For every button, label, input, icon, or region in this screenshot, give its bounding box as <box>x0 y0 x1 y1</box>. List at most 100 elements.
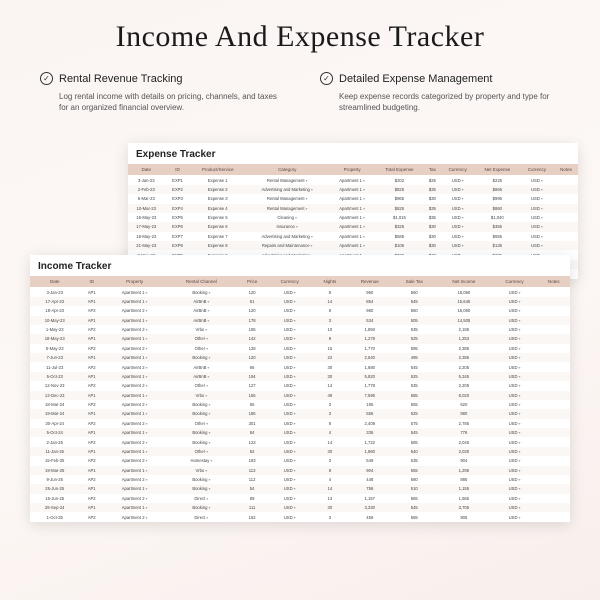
cell: 595 <box>392 344 436 353</box>
table-row: 28-Sep-24AP1Apartment 1▾Booking▾111USD▾3… <box>30 503 570 512</box>
dropdown-icon: ▾ <box>310 243 313 248</box>
cell: 9-Jun-25 <box>30 475 79 484</box>
cell: USD▾ <box>267 447 313 456</box>
dropdown-icon: ▾ <box>207 486 210 491</box>
cell: $35 <box>424 204 441 213</box>
dropdown-icon: ▾ <box>209 458 212 463</box>
cell: 904 <box>436 456 492 465</box>
cell: 565 <box>392 494 436 503</box>
cell: AirBnB▾ <box>165 297 237 306</box>
table-row: 1-Oct-25AP2Apartment 2▾Direct▾152USD▾345… <box>30 512 570 521</box>
dropdown-icon: ▾ <box>145 402 148 407</box>
cell: 1,278 <box>347 334 392 343</box>
cell: 885 <box>436 475 492 484</box>
dropdown-icon: ▾ <box>145 515 148 520</box>
dropdown-icon: ▾ <box>310 187 313 192</box>
column-header: Revenue <box>347 276 392 287</box>
expense-sheet-title: Expense Tracker <box>128 143 578 164</box>
cell: $30 <box>424 194 441 203</box>
cell: Homestay▾ <box>165 456 237 465</box>
dropdown-icon: ▾ <box>205 449 208 454</box>
cell: 1,680 <box>347 362 392 371</box>
dropdown-icon: ▾ <box>293 402 296 407</box>
dropdown-icon: ▾ <box>204 468 207 473</box>
table-row: 25-Jun-25AP1Apartment 1▾Booking▾54USD▾14… <box>30 484 570 493</box>
cell <box>537 400 570 409</box>
cell: USD▾ <box>492 353 538 362</box>
cell: AP2 <box>79 437 104 446</box>
cell <box>537 437 570 446</box>
cell: USD▾ <box>520 194 554 203</box>
table-row: 10-May-23AP1Apartment 1▾AirBnB▾178USD▾35… <box>30 316 570 325</box>
cell: 18-Apr-23 <box>30 306 79 315</box>
cell: AP2 <box>79 512 104 521</box>
cell: 1-May-23 <box>30 325 79 334</box>
column-header: Nights <box>313 276 348 287</box>
cell: Apartment 1▾ <box>104 409 165 418</box>
cell: USD▾ <box>267 306 313 315</box>
table-row: 5-May-23AP2Apartment 2▾Other▾128USD▾151,… <box>30 344 570 353</box>
cell: 16,060 <box>436 306 492 315</box>
cell: 15 <box>313 344 348 353</box>
cell: $325 <box>375 222 424 231</box>
cell: USD▾ <box>267 503 313 512</box>
column-header: Category <box>245 164 329 175</box>
cell: AP1 <box>79 353 104 362</box>
cell: USD▾ <box>492 400 538 409</box>
cell: $355 <box>475 222 520 231</box>
cell: $202 <box>375 175 424 184</box>
cell <box>537 447 570 456</box>
cell: 113 <box>237 466 266 475</box>
cell: Other▾ <box>165 419 237 428</box>
cell: 301 <box>237 419 266 428</box>
cell: 525 <box>392 334 436 343</box>
cell: Expense 3 <box>191 194 245 203</box>
cell: 8 <box>313 466 348 475</box>
table-row: 7-Jun-23AP1Apartment 1▾Booking▾120USD▾22… <box>30 353 570 362</box>
dropdown-icon: ▾ <box>204 327 207 332</box>
cell: USD▾ <box>492 362 538 371</box>
dropdown-icon: ▾ <box>362 187 365 192</box>
cell: USD▾ <box>492 437 538 446</box>
cell: USD▾ <box>520 222 554 231</box>
cell: USD▾ <box>520 232 554 241</box>
cell: 84 <box>237 428 266 437</box>
table-row: 6-Mar-23EXP3Expense 3Rental Management▾A… <box>128 194 578 203</box>
cell: Other▾ <box>165 447 237 456</box>
cell: USD▾ <box>441 232 475 241</box>
cell: USD▾ <box>492 419 538 428</box>
cell: Advertising and Marketing▾ <box>245 232 329 241</box>
cell: $995 <box>475 194 520 203</box>
cell: Rental Management▾ <box>245 194 329 203</box>
dropdown-icon: ▾ <box>540 206 543 211</box>
cell: AP2 <box>79 494 104 503</box>
cell: 2,385 <box>436 344 492 353</box>
dropdown-icon: ▾ <box>145 411 148 416</box>
cell: USD▾ <box>267 334 313 343</box>
cell: USD▾ <box>492 447 538 456</box>
cell: Apartment 1▾ <box>329 185 374 194</box>
cell: 555 <box>392 400 436 409</box>
dropdown-icon: ▾ <box>145 486 148 491</box>
cell: 10-Mar-23 <box>128 204 165 213</box>
dropdown-icon: ▾ <box>362 206 365 211</box>
cell: EXP8 <box>165 241 191 250</box>
dropdown-icon: ▾ <box>145 355 148 360</box>
cell: 9 <box>313 334 348 343</box>
cell <box>537 287 570 296</box>
table-row: 19-Mar-24AP1Apartment 1▾Booking▾185USD▾3… <box>30 409 570 418</box>
cell <box>537 475 570 484</box>
cell: 1,157 <box>347 494 392 503</box>
cell: 5-May-23 <box>30 344 79 353</box>
cell: 560 <box>392 306 436 315</box>
cell: 65 <box>237 400 266 409</box>
cell: AP1 <box>79 334 104 343</box>
cell: 545 <box>392 503 436 512</box>
cell: USD▾ <box>492 372 538 381</box>
dropdown-icon: ▾ <box>293 393 296 398</box>
table-row: 11-Jan-25AP1Apartment 1▾Other▾62USD▾301,… <box>30 447 570 456</box>
dropdown-icon: ▾ <box>145 496 148 501</box>
income-sheet-title: Income Tracker <box>30 255 570 276</box>
dropdown-icon: ▾ <box>461 196 464 201</box>
dropdown-icon: ▾ <box>205 496 208 501</box>
